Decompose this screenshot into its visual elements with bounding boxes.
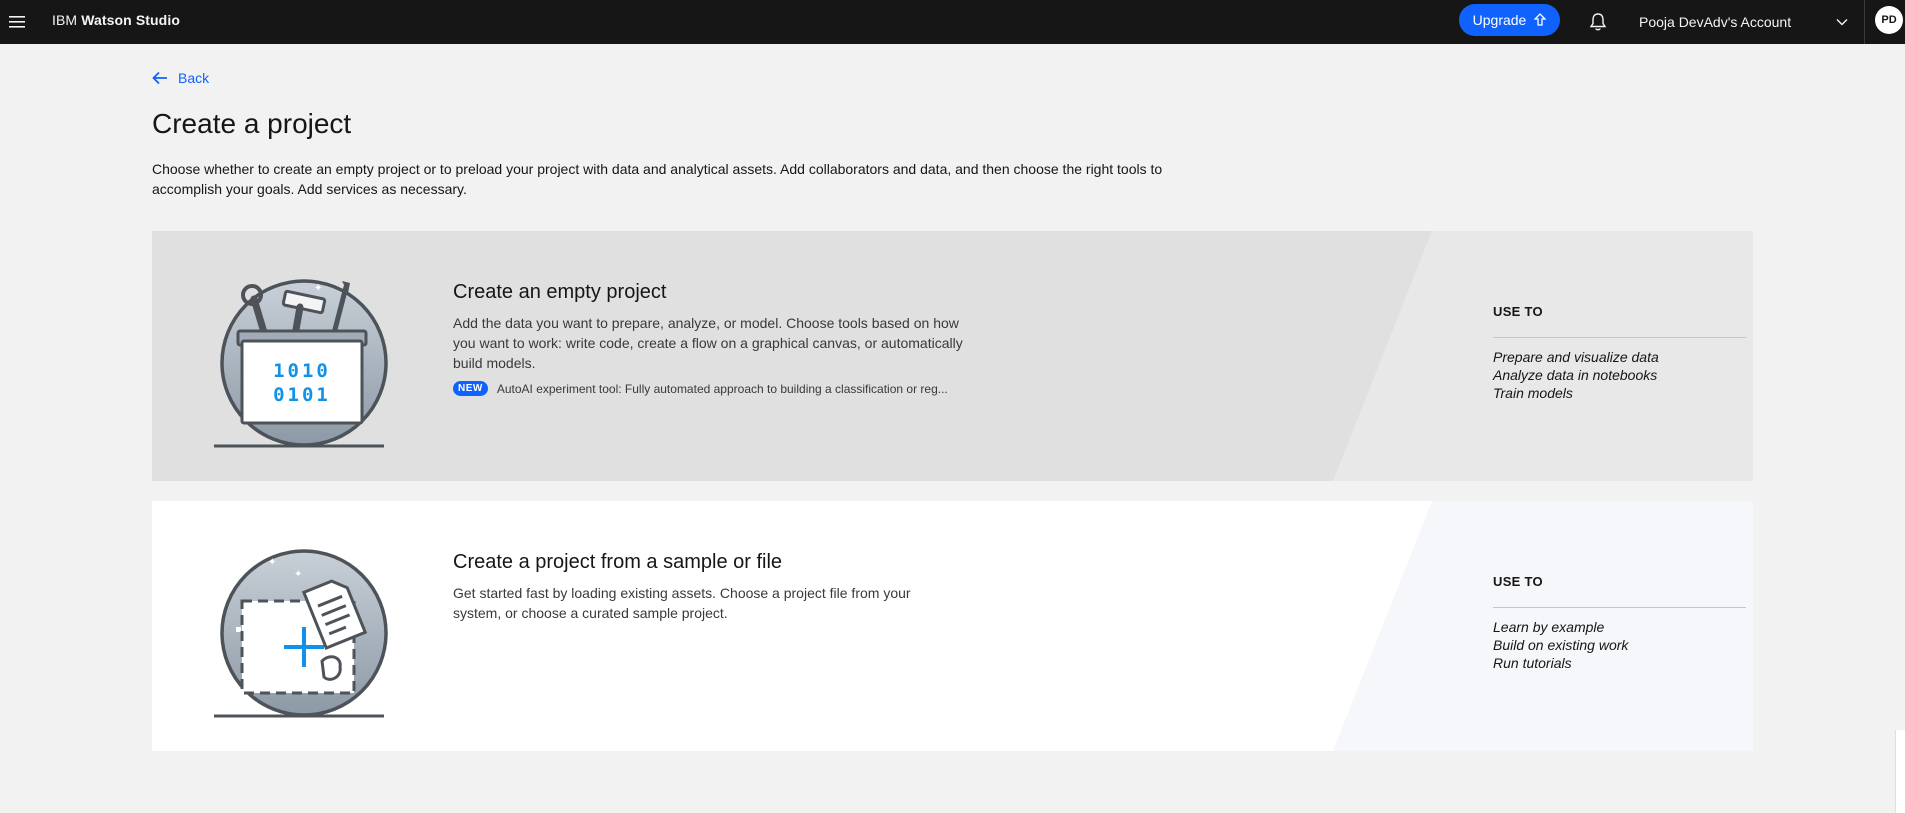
use-to-heading: USE TO (1493, 574, 1543, 589)
use-to-list: Learn by example Build on existing work … (1493, 618, 1628, 672)
use-to-item: Learn by example (1493, 619, 1605, 635)
use-to-divider (1493, 607, 1746, 608)
use-to-divider (1493, 337, 1746, 338)
avatar[interactable]: PD (1875, 6, 1903, 34)
create-empty-project-card[interactable]: ✦ 1010 0101 Create an empty project Add … (152, 231, 1753, 481)
upgrade-button[interactable]: Upgrade (1459, 4, 1560, 36)
bell-icon (1589, 13, 1607, 31)
page-description: Choose whether to create an empty projec… (152, 161, 1163, 197)
use-to-heading: USE TO (1493, 304, 1543, 319)
upgrade-arrow-icon (1534, 13, 1547, 26)
use-to-item: Run tutorials (1493, 655, 1572, 671)
account-name: Pooja DevAdv's Account (1639, 14, 1792, 30)
svg-text:✦: ✦ (314, 283, 322, 294)
notifications-button[interactable] (1578, 0, 1618, 44)
use-to-list: Prepare and visualize data Analyze data … (1493, 348, 1659, 402)
chevron-down-icon (1836, 19, 1848, 26)
card-title: Create an empty project (453, 281, 667, 303)
top-header: IBM Watson Studio Upgrade Pooja DevAdv's… (0, 0, 1905, 44)
use-to-item: Prepare and visualize data (1493, 349, 1659, 365)
new-feature-row: NEW AutoAI experiment tool: Fully automa… (453, 381, 948, 396)
svg-text:✦: ✦ (294, 569, 302, 580)
card-description: Add the data you want to prepare, analyz… (453, 315, 963, 371)
binary-line-1: 1010 (273, 360, 331, 382)
toolbox-illustration: ✦ 1010 0101 (214, 279, 388, 448)
back-label: Back (178, 70, 210, 86)
account-switcher[interactable]: Pooja DevAdv's Account (1639, 0, 1865, 44)
use-to-item: Train models (1493, 385, 1573, 401)
create-from-sample-card[interactable]: ✦ ✦ Create a project from a sample or fi… (152, 501, 1753, 751)
upgrade-label: Upgrade (1472, 12, 1527, 28)
file-upload-illustration: ✦ ✦ (214, 549, 388, 718)
new-badge: NEW (453, 381, 488, 396)
back-link[interactable]: Back (152, 70, 209, 86)
card-title: Create a project from a sample or file (453, 551, 783, 573)
page-title: Create a project (152, 108, 352, 139)
brand-name: Watson Studio (81, 12, 180, 28)
brand-title[interactable]: IBM Watson Studio (52, 0, 180, 44)
use-to-item: Analyze data in notebooks (1493, 367, 1658, 383)
svg-text:✦: ✦ (268, 557, 276, 568)
arrow-left-icon (152, 71, 167, 85)
hamburger-menu-icon[interactable] (0, 0, 34, 44)
binary-line-2: 0101 (273, 384, 331, 406)
card-description: Get started fast by loading existing ass… (453, 585, 911, 621)
scrollbar[interactable] (1895, 730, 1905, 813)
use-to-item: Build on existing work (1493, 637, 1629, 653)
new-feature-text: AutoAI experiment tool: Fully automated … (496, 381, 948, 396)
brand-prefix: IBM (52, 12, 78, 28)
